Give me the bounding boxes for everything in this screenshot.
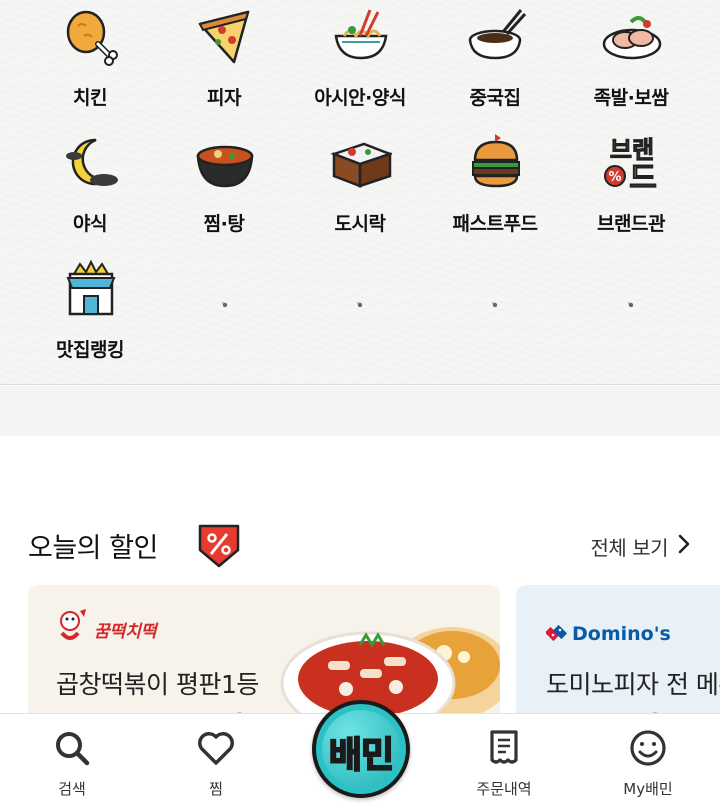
placeholder-dot-icon: [628, 302, 634, 308]
night-moon-icon: [66, 138, 118, 186]
deal-brand: Domino's: [572, 623, 671, 645]
nav-label: 주문내역: [476, 780, 532, 798]
heart-icon: [198, 732, 234, 765]
deals-title: 오늘의 할인: [28, 533, 158, 564]
placeholder-dot-icon: [222, 302, 228, 308]
category-grid: 치킨 피자 아시안·양식 중국집 족발·보쌈 야식 찜·탕 도시락 패스트푸드 …: [0, 0, 720, 385]
smile-face-icon: [630, 730, 666, 766]
brand-hall-icon: 브랜 드 %: [604, 136, 657, 194]
baemin-button-label: 배민: [328, 734, 395, 777]
crowned-store-icon: [66, 259, 116, 316]
nav-my-page[interactable]: My배민: [576, 714, 720, 803]
category-label: 도시락: [334, 213, 386, 235]
category-label: 치킨: [73, 87, 107, 109]
category-label: 맛집랭킹: [56, 339, 124, 361]
category-ranking[interactable]: 맛집랭킹: [22, 252, 158, 362]
svg-text:브랜: 브랜: [610, 136, 654, 164]
burger-icon: [472, 134, 520, 188]
baemin-home-button[interactable]: 배민: [312, 700, 410, 798]
stew-pot-icon: [196, 145, 254, 188]
jjajang-bowl-icon: [468, 9, 527, 60]
category-pizza[interactable]: 피자: [156, 0, 292, 110]
pork-hock-icon: [602, 16, 662, 60]
category-pork-hock[interactable]: 족발·보쌈: [563, 0, 699, 110]
category-fast-food[interactable]: 패스트푸드: [427, 126, 563, 236]
category-stew[interactable]: 찜·탕: [156, 126, 292, 236]
category-label: 아시안·양식: [314, 87, 406, 109]
nav-orders[interactable]: 주문내역: [432, 714, 576, 803]
view-all-link[interactable]: 전체 보기: [591, 532, 669, 561]
category-chicken[interactable]: 치킨: [22, 0, 158, 110]
category-chinese[interactable]: 중국집: [427, 0, 563, 110]
nav-search[interactable]: 검색: [0, 714, 144, 803]
pizza-icon: [198, 10, 250, 64]
search-icon: [56, 732, 90, 766]
category-brand-hall[interactable]: 브랜 드 % 브랜드관: [563, 126, 699, 236]
deal-headline: 도미노피자 전 메뉴: [546, 670, 720, 699]
placeholder-dot-icon: [492, 302, 498, 308]
deal-headline: 곱창떡볶이 평판1등: [56, 670, 259, 699]
category-lunchbox[interactable]: 도시락: [292, 126, 428, 236]
nav-label: My배민: [623, 780, 673, 798]
category-label: 족발·보쌈: [593, 87, 669, 109]
nav-favorites[interactable]: 찜: [144, 714, 288, 803]
deals-header: 오늘의 할인 전체 보기: [0, 516, 720, 576]
category-late-night[interactable]: 야식: [22, 126, 158, 236]
nav-label: 찜: [209, 780, 223, 798]
placeholder-dot-icon: [357, 302, 363, 308]
category-label: 브랜드관: [597, 213, 665, 235]
svg-text:%: %: [608, 170, 621, 185]
svg-text:드: 드: [629, 161, 657, 194]
section-divider: [0, 386, 720, 436]
category-label: 피자: [207, 87, 241, 109]
lunchbox-icon: [330, 142, 392, 188]
category-label: 패스트푸드: [452, 213, 538, 235]
category-label: 야식: [73, 213, 107, 235]
category-label: 중국집: [469, 87, 521, 109]
category-asian-western[interactable]: 아시안·양식: [292, 0, 428, 110]
brand-mascot-icon: [60, 609, 86, 640]
deal-brand: 꿈떡치떡: [94, 622, 157, 642]
discount-badge-icon: [198, 524, 240, 568]
dominos-logo-icon: [546, 624, 568, 642]
category-label: 찜·탕: [203, 213, 245, 235]
fried-chicken-icon: [66, 10, 118, 66]
receipt-icon: [490, 730, 518, 764]
nav-label: 검색: [58, 780, 86, 798]
noodle-bowl-icon: [334, 9, 388, 60]
app-screen: { "categories": [ {"label": "치킨", "icon"…: [0, 0, 720, 803]
chevron-right-icon[interactable]: [678, 534, 690, 554]
